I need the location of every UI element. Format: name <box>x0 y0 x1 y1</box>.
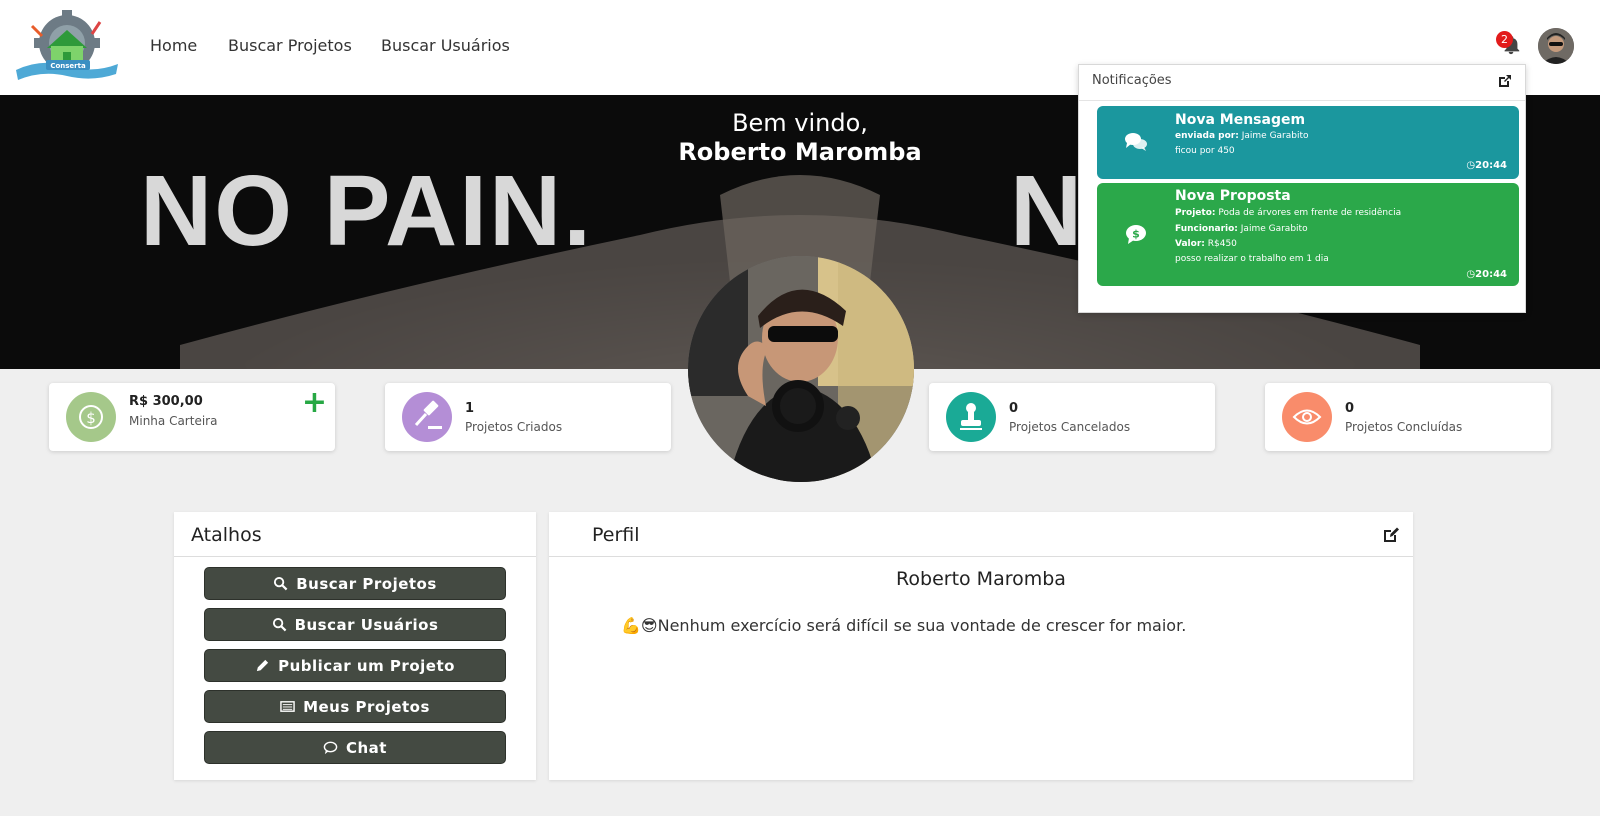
shortcuts-panel: Atalhos Buscar Projetos Buscar Usuários … <box>174 512 536 780</box>
external-link-icon[interactable] <box>1497 73 1513 89</box>
notification-line: ficou por 450 <box>1175 146 1235 156</box>
notification-line: Funcionario: Jaime Garabito <box>1175 224 1308 234</box>
line-label: Projeto: <box>1175 208 1216 218</box>
notification-title: Nova Mensagem <box>1175 112 1306 128</box>
notification-line: Valor: R$450 <box>1175 239 1237 249</box>
stat-value: R$ 300,00 <box>129 394 203 409</box>
shortcuts-header: Atalhos <box>174 512 536 557</box>
notifications-title: Notificações <box>1092 73 1172 88</box>
stat-label: Projetos Criados <box>465 420 563 434</box>
button-label: Buscar Projetos <box>296 574 437 593</box>
nav-link-buscar-usuarios[interactable]: Buscar Usuários <box>381 36 510 55</box>
clock-icon: ◷ <box>1466 269 1476 280</box>
logo[interactable]: Conserta <box>12 8 122 83</box>
clock-icon: ◷ <box>1466 160 1476 171</box>
avatar[interactable] <box>1538 28 1574 64</box>
stat-label: Minha Carteira <box>129 414 218 428</box>
profile-panel: Perfil Roberto Maromba 💪😎Nenhum exercíci… <box>549 512 1413 780</box>
dollar-icon: $ <box>66 392 116 442</box>
notifications-dropdown: Notificações Nova Mensagem enviada por: … <box>1078 64 1526 313</box>
line-value: Jaime Garabito <box>1240 224 1308 234</box>
notification-line: posso realizar o trabalho em 1 dia <box>1175 254 1329 264</box>
stat-label: Projetos Concluídas <box>1345 420 1463 434</box>
notifications-header: Notificações <box>1079 65 1525 101</box>
notification-line: enviada por: Jaime Garabito <box>1175 131 1309 141</box>
search-icon <box>272 617 286 632</box>
stat-label: Projetos Cancelados <box>1009 420 1131 434</box>
shortcuts-title: Atalhos <box>191 524 262 546</box>
profile-title: Perfil <box>592 524 640 546</box>
stat-card-projects-created: 1 Projetos Criados <box>385 383 671 451</box>
search-icon <box>274 576 288 591</box>
eye-icon <box>1282 392 1332 442</box>
edit-icon[interactable] <box>1381 525 1401 545</box>
line-value: ficou por 450 <box>1175 146 1235 156</box>
chat-button[interactable]: Chat <box>204 731 506 764</box>
stat-value: 1 <box>465 401 475 416</box>
gavel-icon <box>402 392 452 442</box>
button-label: Publicar um Projeto <box>278 656 455 675</box>
stat-card-projects-cancelled: 0 Projetos Cancelados <box>929 383 1215 451</box>
notification-title: Nova Proposta <box>1175 188 1291 204</box>
button-label: Buscar Usuários <box>294 615 439 634</box>
comment-icon <box>323 741 338 755</box>
line-label: Funcionario: <box>1175 224 1238 234</box>
bio-text: Nenhum exercício será difícil se sua von… <box>657 616 1187 635</box>
chat-icon <box>1123 129 1149 155</box>
button-label: Chat <box>346 738 387 757</box>
banner-text-right: N <box>1010 155 1082 267</box>
notification-badge: 2 <box>1496 31 1513 48</box>
button-label: Meus Projetos <box>303 697 430 716</box>
stat-card-wallet: $ R$ 300,00 Minha Carteira + <box>49 383 335 451</box>
stat-value: 0 <box>1345 401 1355 416</box>
profile-name: Roberto Maromba <box>896 568 1066 590</box>
notification-line: Projeto: Poda de árvores em frente de re… <box>1175 208 1401 218</box>
nav-link-buscar-projetos[interactable]: Buscar Projetos <box>228 36 352 55</box>
add-funds-button[interactable]: + <box>302 385 327 420</box>
stat-card-projects-completed: 0 Projetos Concluídas <box>1265 383 1551 451</box>
notification-time: ◷20:44 <box>1466 269 1507 280</box>
meus-projetos-button[interactable]: Meus Projetos <box>204 690 506 723</box>
line-value: R$450 <box>1207 239 1237 249</box>
list-icon <box>280 701 295 712</box>
profile-header: Perfil <box>549 512 1413 557</box>
profile-photo <box>688 256 914 482</box>
line-value: Poda de árvores em frente de residência <box>1218 208 1402 218</box>
buscar-usuarios-button[interactable]: Buscar Usuários <box>204 608 506 641</box>
notification-item[interactable]: Nova Mensagem enviada por: Jaime Garabit… <box>1097 106 1519 179</box>
profile-bio: 💪😎Nenhum exercício será difícil se sua v… <box>621 616 1186 635</box>
stamp-icon <box>946 392 996 442</box>
notification-item[interactable]: $ Nova Proposta Projeto: Poda de árvores… <box>1097 183 1519 286</box>
buscar-projetos-button[interactable]: Buscar Projetos <box>204 567 506 600</box>
bio-emoji: 💪😎 <box>621 616 658 635</box>
svg-text:$: $ <box>86 409 96 427</box>
line-label: enviada por: <box>1175 131 1239 141</box>
notification-time: ◷20:44 <box>1466 160 1507 171</box>
line-value: posso realizar o trabalho em 1 dia <box>1175 254 1329 264</box>
line-value: Jaime Garabito <box>1241 131 1309 141</box>
nav-link-home[interactable]: Home <box>150 36 197 55</box>
logo-text: Conserta <box>50 62 86 70</box>
line-label: Valor: <box>1175 239 1205 249</box>
banner-text-left: NO PAIN. <box>140 155 593 267</box>
svg-text:$: $ <box>1132 228 1140 241</box>
publicar-projeto-button[interactable]: Publicar um Projeto <box>204 649 506 682</box>
pencil-icon <box>256 659 269 672</box>
stat-value: 0 <box>1009 401 1019 416</box>
dollar-chat-icon: $ <box>1123 221 1149 247</box>
